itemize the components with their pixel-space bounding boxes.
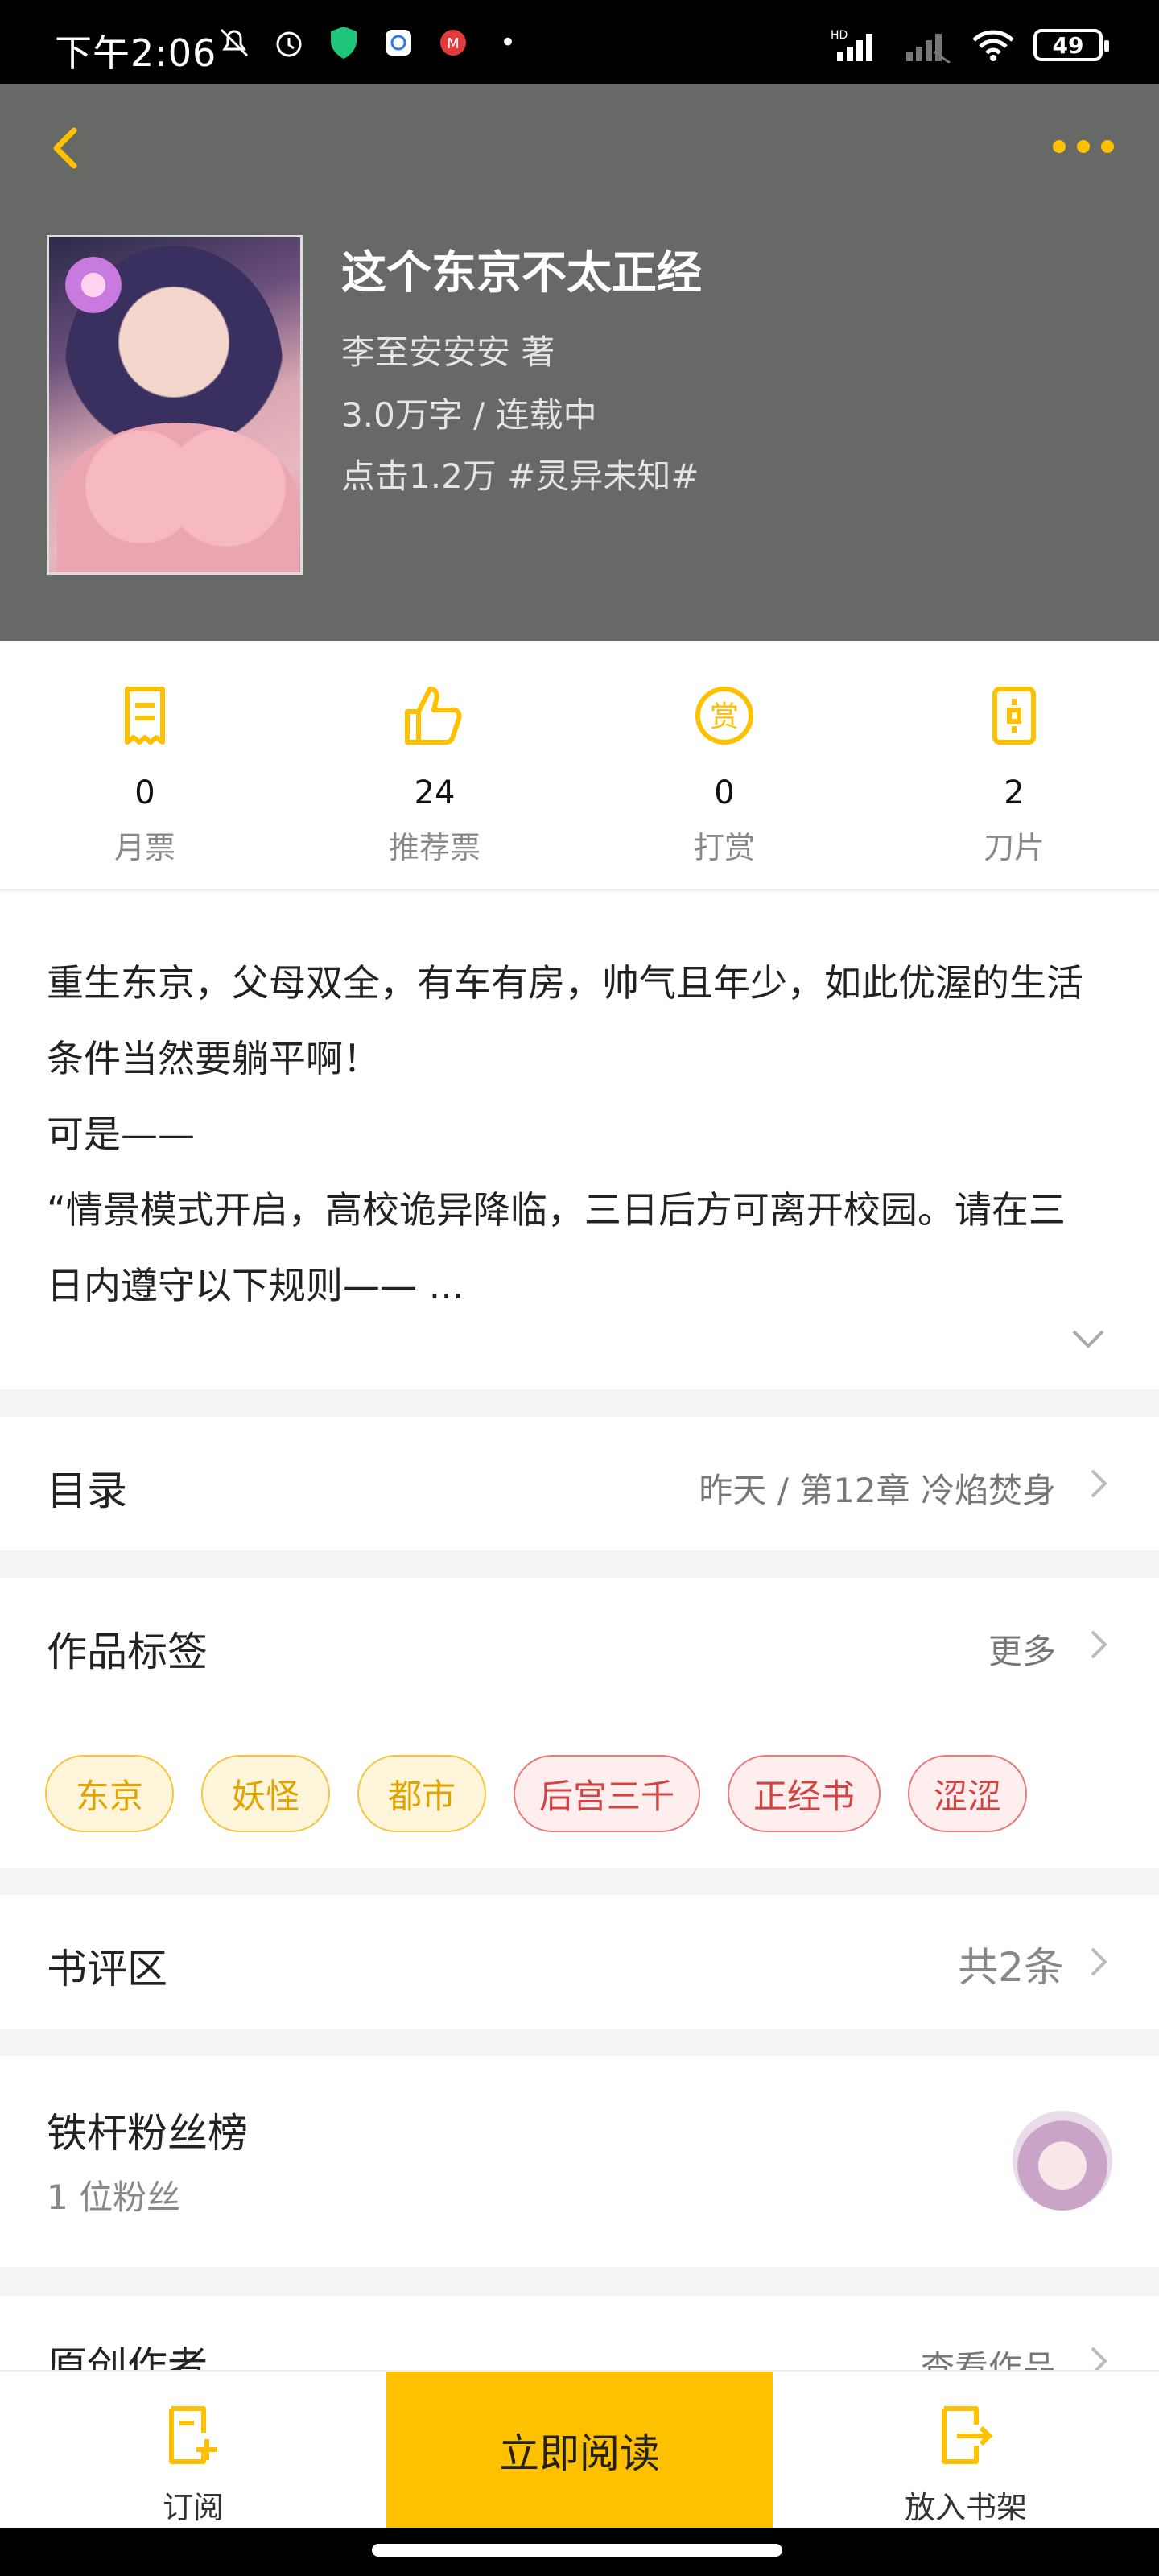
status-icons-right: HD 49 [829,27,1109,63]
latest-chapter: 昨天 / 第12章 冷焰焚身 [699,1471,1056,1510]
dot-icon: • [499,27,517,59]
more-options-button[interactable] [1053,140,1117,159]
fans-count: 1 位粉丝 [47,2178,181,2217]
fans-row[interactable]: 铁杆粉丝榜 1 位粉丝 [0,2056,1159,2267]
app-notification-icon [380,24,417,61]
tag-chip[interactable]: 涩涩 [908,1755,1028,1832]
book-clicks-genre: 点击1.2万 #灵异未知# [341,456,699,496]
svg-text:赏: 赏 [710,700,739,733]
shield-icon [325,24,362,61]
synopsis-text: 重生东京，父母双全，有车有房，帅气且年少，如此优渥的生活 条件当然要躺平啊！ 可… [47,961,1083,1307]
svg-text:M: M [447,35,460,52]
fans-label: 铁杆粉丝榜 [47,2110,248,2157]
stat-value: 24 [414,774,456,811]
more-dot-icon [1053,140,1066,153]
alarm-icon [270,24,307,61]
chevron-right-icon [1091,1947,1107,1976]
subscribe-label: 订阅 [162,2490,224,2525]
signal-2-icon [906,34,951,63]
blade-icon [992,687,1036,745]
chevron-right-icon[interactable] [1090,1629,1107,1660]
signal-icon: HD [831,29,872,61]
chevron-left-icon [53,127,77,169]
wifi-icon [972,30,1014,61]
stats-bar: 0 月票 24 推荐票 赏 0 打赏 2 刀片 [0,641,1159,890]
status-bar: 下午2:06 M • HD 49 [0,0,1159,84]
tags-more-link[interactable]: 更多 [988,1624,1056,1674]
reviews-count: 共2条 [958,1944,1064,1991]
stat-value: 2 [1004,774,1025,811]
bank-app-icon: M [435,24,472,61]
book-cover-image[interactable] [47,235,303,575]
mute-icon [216,24,253,61]
status-time: 下午2:06 [55,31,217,75]
tag-list: 东京 妖怪 都市 后宫三千 正经书 涩涩 [45,1755,1028,1832]
svg-text:HD: HD [831,29,848,42]
catalog-label: 目录 [47,1468,127,1514]
synopsis[interactable]: 重生东京，父母双全，有车有房，帅气且年少，如此优渥的生活 条件当然要躺平啊！ 可… [0,892,1159,1389]
tags-label: 作品标签 [47,1629,208,1675]
add-to-shelf-icon [942,2406,993,2464]
catalog-row[interactable]: 目录 昨天 / 第12章 冷焰焚身 [0,1417,1159,1550]
stat-monthly-ticket[interactable]: 0 月票 [0,641,290,889]
monthly-ticket-icon [125,687,165,745]
more-dot-icon [1077,140,1090,153]
back-button[interactable] [42,116,90,180]
stat-label: 刀片 [983,830,1045,865]
reviews-label: 书评区 [47,1946,167,1992]
more-dot-icon [1101,140,1114,153]
book-header: 这个东京不太正经 李至安安安 著 3.0万字 / 连载中 点击1.2万 #灵异未… [0,84,1159,641]
stat-value: 0 [134,774,155,811]
subscribe-button[interactable]: 订阅 [0,2372,386,2529]
book-author[interactable]: 李至安安安 著 [341,325,555,374]
reward-icon: 赏 [695,687,753,745]
read-now-button[interactable]: 立即阅读 [386,2372,773,2529]
tags-section: 作品标签 更多 东京 妖怪 都市 后宫三千 正经书 涩涩 [0,1578,1159,1868]
subscribe-icon [169,2406,217,2464]
book-word-status: 3.0万字 / 连载中 [341,395,597,435]
system-nav-bar [0,2528,1159,2576]
stat-label: 打赏 [693,830,755,865]
add-to-shelf-button[interactable]: 放入书架 [773,2372,1159,2529]
chevron-down-icon[interactable] [1070,1327,1106,1351]
add-to-shelf-label: 放入书架 [904,2490,1027,2525]
home-indicator[interactable] [372,2544,782,2557]
chevron-right-icon [1091,1469,1107,1498]
tag-chip[interactable]: 后宫三千 [514,1755,701,1832]
reviews-row[interactable]: 书评区 共2条 [0,1895,1159,2029]
stat-label: 月票 [113,830,175,865]
avatar[interactable] [1013,2111,1112,2211]
stat-label: 推荐票 [388,830,481,865]
battery-indicator: 49 [1033,29,1109,61]
stat-reward[interactable]: 赏 0 打赏 [580,641,869,889]
stat-recommend-ticket[interactable]: 24 推荐票 [290,641,580,889]
status-icons-left: M • [216,24,526,61]
book-title: 这个东京不太正经 [341,247,702,299]
tag-chip[interactable]: 都市 [357,1755,486,1832]
bottom-action-bar: 订阅 立即阅读 放入书架 [0,2370,1159,2529]
tag-chip[interactable]: 东京 [45,1755,174,1832]
stat-value: 0 [714,774,735,811]
tag-chip[interactable]: 正经书 [728,1755,881,1832]
tag-chip[interactable]: 妖怪 [201,1755,330,1832]
stat-blade[interactable]: 2 刀片 [869,641,1159,889]
thumbs-up-icon [405,687,462,745]
